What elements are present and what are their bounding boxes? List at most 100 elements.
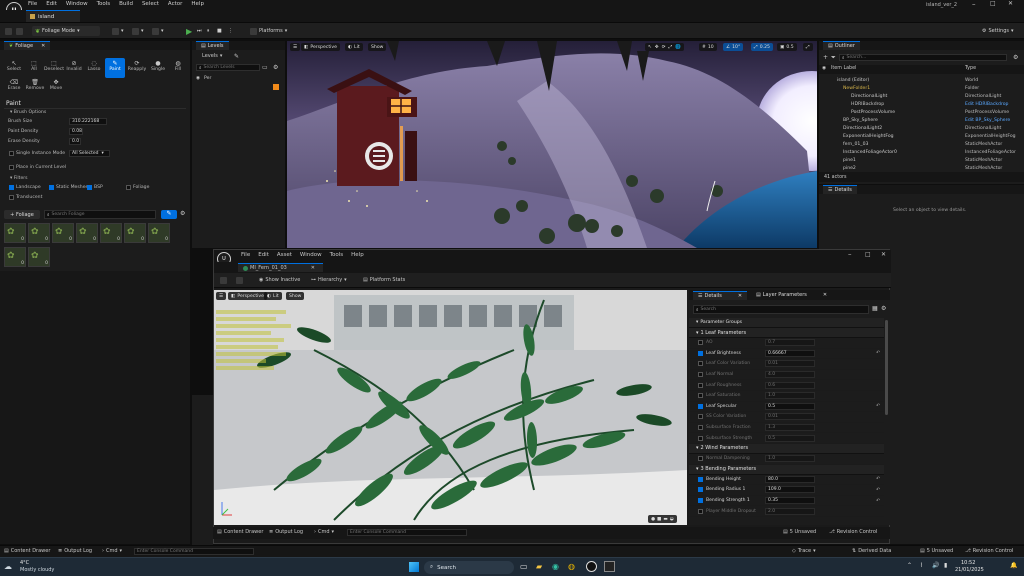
foliage-thumb[interactable]: ✿ 0 <box>28 223 50 243</box>
close-tab-icon[interactable]: ✕ <box>41 43 45 49</box>
tree-row[interactable]: fern_01_03 StaticMeshActor <box>819 140 1024 148</box>
tool-reapply[interactable]: ⟳ Reapply <box>126 60 148 72</box>
tree-row[interactable]: NewFolder1 Folder <box>819 84 1024 92</box>
lit-button[interactable]: ◐ Lit <box>345 43 363 51</box>
tool-move[interactable]: ✥ Move <box>46 79 66 91</box>
maximize-icon[interactable]: □ <box>865 251 871 258</box>
gear-icon[interactable]: ⚙ <box>180 210 185 217</box>
close-tab-icon[interactable]: ✕ <box>311 265 315 271</box>
tree-row[interactable]: DirectionalLight DirectionalLight <box>819 92 1024 100</box>
reset-icon[interactable]: ↶ <box>876 498 880 504</box>
tool-fill[interactable]: ◍ Fill <box>168 60 188 72</box>
param-value-input[interactable]: 0.01 <box>765 360 815 368</box>
tool-all[interactable]: ⬚ All <box>24 60 44 72</box>
landscape-checkbox[interactable] <box>9 185 14 190</box>
single-instance-checkbox[interactable] <box>9 151 14 156</box>
bsp-checkbox[interactable] <box>87 185 92 190</box>
filter-icon[interactable]: ⏷ <box>831 54 836 62</box>
material-preview-viewport[interactable]: ☰ ◧ Perspective ◐ Lit Show ● ■ ▬ ◒ <box>214 290 687 525</box>
mode-dropdown[interactable]: ❦ Foliage Mode ▾ <box>32 26 100 36</box>
outliner-search-input[interactable]: ⌕ Search... <box>839 54 1007 61</box>
me-menu-file[interactable]: File <box>241 252 250 258</box>
translucent-checkbox[interactable] <box>9 195 14 200</box>
console-input[interactable]: Enter Console Command <box>134 548 254 555</box>
levels-search-input[interactable]: ⌕ Search Levels <box>196 64 260 71</box>
scale-icon[interactable]: ⤢ <box>669 44 673 50</box>
level-tab[interactable]: island <box>26 10 80 22</box>
app-taskbar-icon[interactable] <box>604 561 615 572</box>
static-meshes-checkbox[interactable] <box>49 185 54 190</box>
foliage-thumb[interactable]: ✿ 0 <box>4 223 26 243</box>
group-leaf-header[interactable]: ▾ 1 Leaf Parameters <box>689 328 884 338</box>
param-value-input[interactable]: 0.6 <box>765 381 815 389</box>
param-value-input[interactable]: 1.3 <box>765 424 815 432</box>
me-output-log-button[interactable]: ≣ Output Log <box>269 529 303 535</box>
cube-icon[interactable]: ■ <box>657 517 661 522</box>
move-icon[interactable]: ✥ <box>655 45 659 50</box>
group-wind-header[interactable]: ▾ 2 Wind Parameters <box>689 443 884 454</box>
preview-show-button[interactable]: Show <box>286 292 305 300</box>
reset-icon[interactable]: ↶ <box>876 476 880 482</box>
edit-brush-button[interactable]: ✎ <box>161 210 177 219</box>
close-tab-icon[interactable]: ✕ <box>823 292 827 298</box>
pause-icon[interactable]: ⏸ <box>207 26 210 36</box>
save-icon[interactable] <box>5 26 12 36</box>
param-enable-checkbox[interactable] <box>698 476 703 482</box>
clock-time[interactable]: 10:52 <box>961 560 975 566</box>
brush-options-header[interactable]: ▾ Brush Options <box>10 110 46 115</box>
param-enable-checkbox[interactable] <box>698 508 703 514</box>
levels-tab[interactable]: ▤ Levels <box>196 41 229 50</box>
notification-icon[interactable]: 🔔 <box>1010 562 1017 569</box>
tool-erase[interactable]: ⌫ Erase <box>4 79 24 91</box>
menu-build[interactable]: Build <box>119 1 133 7</box>
param-value-input[interactable]: 2.0 <box>765 507 815 515</box>
close-icon[interactable]: ✕ <box>881 251 886 258</box>
tree-row[interactable]: HDRIBackdrop Edit HDRIBackdrop <box>819 100 1024 108</box>
md-search-input[interactable]: ⌕ Search <box>693 305 869 314</box>
foliage-thumb[interactable]: ✿ 0 <box>76 223 98 243</box>
plane-icon[interactable]: ▬ <box>663 517 667 522</box>
play-icon[interactable]: ▶ <box>186 26 192 36</box>
param-enable-checkbox[interactable] <box>698 435 703 441</box>
tool-remove[interactable]: 🗑 Remove <box>24 79 46 91</box>
volume-icon[interactable]: 🔊 <box>932 562 939 569</box>
select-mode-icon[interactable]: ↖ <box>648 45 652 50</box>
gear-icon[interactable]: ⚙ <box>1013 54 1018 61</box>
preview-lit-button[interactable]: ◐ Lit <box>264 292 282 300</box>
tool-deselect[interactable]: ⬚ Deselect <box>44 60 64 72</box>
foliage-thumb[interactable]: ✿ 0 <box>28 247 50 267</box>
content-icon[interactable] <box>16 26 23 36</box>
maximize-viewport-icon[interactable]: ⤢ <box>803 43 813 51</box>
add-foliage-button[interactable]: + Foliage <box>4 210 40 219</box>
edge-icon[interactable]: ◉ <box>552 562 559 571</box>
minimize-icon[interactable]: – <box>848 250 852 258</box>
reset-icon[interactable]: ↶ <box>876 487 880 493</box>
param-enable-checkbox[interactable] <box>698 487 703 493</box>
world-icon[interactable]: 🌐 <box>675 45 681 50</box>
foliage-thumb[interactable]: ✿ 0 <box>100 223 122 243</box>
filters-header[interactable]: ▾ Filters <box>10 176 28 181</box>
param-value-input[interactable]: 4.0 <box>765 371 815 379</box>
menu-file[interactable]: File <box>28 1 37 7</box>
reset-icon[interactable]: ↶ <box>876 350 880 356</box>
md-scrollbar[interactable] <box>885 320 888 415</box>
preview-shape-buttons[interactable]: ● ■ ▬ ◒ <box>648 515 677 523</box>
file-explorer-icon[interactable]: ▰ <box>536 562 542 571</box>
tree-row[interactable]: pine1 StaticMeshActor <box>819 156 1024 164</box>
level-row[interactable]: ◉ Per <box>196 76 211 81</box>
type-column[interactable]: Type <box>965 66 976 71</box>
derived-data-button[interactable]: ⇅ Derived Data <box>852 548 891 554</box>
me-cmd-button[interactable]: › Cmd ▾ <box>314 529 334 535</box>
param-value-input[interactable]: 0.35 <box>765 497 815 505</box>
foliage-thumb[interactable]: ✿ 0 <box>124 223 146 243</box>
create-icon[interactable]: ▾ <box>112 26 124 36</box>
menu-actor[interactable]: Actor <box>168 1 182 7</box>
viewport-options-button[interactable]: ☰ <box>290 43 301 51</box>
reset-icon[interactable]: ↶ <box>876 403 880 409</box>
me-revision-control[interactable]: ⎇ Revision Control <box>829 529 877 535</box>
param-enable-checkbox[interactable] <box>698 425 703 431</box>
weather-icon[interactable]: ☁ <box>4 562 12 571</box>
tree-row[interactable]: island (Editor) World <box>819 76 1024 84</box>
browse-icon[interactable] <box>236 277 243 286</box>
me-asset-tab[interactable]: MI_Fern_01_03 ✕ <box>238 263 323 272</box>
